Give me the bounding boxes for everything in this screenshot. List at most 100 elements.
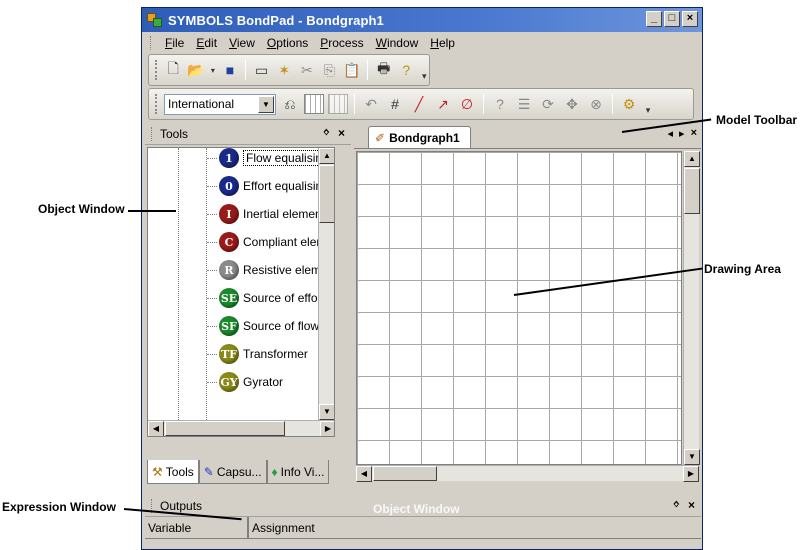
align-icon[interactable]: ☰ [514, 94, 534, 114]
object-tree: 1 Flow equalising ju 0 Effort equalising ju… [147, 147, 335, 437]
canvas-horizontal-scrollbar[interactable]: ◀ ▶ [356, 465, 699, 482]
paste-icon[interactable]: 📋 [343, 60, 362, 80]
maximize-button[interactable]: □ [664, 11, 680, 27]
scroll-up-icon[interactable]: ▲ [319, 148, 334, 164]
chevron-down-icon[interactable]: ▼ [258, 95, 274, 113]
menu-help[interactable]: Help [424, 36, 461, 50]
info-pin-icon: ♦ [271, 464, 278, 479]
scroll-left-icon[interactable]: ◀ [148, 421, 164, 436]
canvas-hscroll-thumb[interactable] [373, 466, 437, 481]
tab-tools[interactable]: ⚒ Tools [147, 460, 199, 484]
tab-info-view[interactable]: ♦ Info Vi... [266, 460, 330, 484]
tree-item[interactable]: GY Gyrator [207, 370, 283, 394]
close-button[interactable]: × [682, 11, 698, 27]
disabled-icon[interactable]: ⊗ [586, 94, 606, 114]
tree-item-label: Source of flow [243, 319, 320, 333]
standard-combo[interactable]: International ▼ [164, 93, 276, 115]
tree-item-label: Transformer [243, 347, 308, 361]
column-variable[interactable]: Variable [145, 517, 249, 538]
cut-icon[interactable]: ✂ [298, 60, 317, 80]
move-icon[interactable]: ✥ [562, 94, 582, 114]
tab-capsules[interactable]: ✎ Capsu... [198, 460, 267, 484]
callout-drawing-area: Drawing Area [704, 262, 781, 276]
close-document-icon[interactable]: × [691, 127, 697, 140]
outputs-columns: Variable Assignment [145, 517, 701, 539]
menu-edit[interactable]: Edit [190, 36, 223, 50]
tree-item[interactable]: C Compliant element [207, 230, 334, 254]
outputs-pin-icon[interactable]: ᛜ [673, 498, 680, 512]
model-toolbar-options-icon[interactable]: ▾ [643, 92, 653, 116]
canvas-scroll-left-icon[interactable]: ◀ [356, 466, 372, 482]
toolbar-grip[interactable] [155, 60, 158, 80]
title-bar[interactable]: SYMBOLS BondPad - Bondgraph1 _ □ × [142, 8, 702, 32]
print-icon[interactable]: 🖶 [374, 60, 393, 80]
previous-document-icon[interactable]: ◂ [668, 127, 674, 140]
canvas-scroll-thumb[interactable] [684, 168, 700, 214]
element-badge-icon: 0 [219, 176, 239, 196]
element-badge-icon: GY [219, 372, 239, 392]
next-document-icon[interactable]: ▸ [679, 127, 685, 140]
canvas-scroll-up-icon[interactable]: ▲ [684, 151, 700, 167]
outputs-pane-title: Outputs [160, 498, 203, 513]
canvas-vertical-scrollbar[interactable]: ▲ ▼ [683, 151, 700, 465]
copy-icon[interactable]: ⎘ [320, 60, 339, 80]
canvas-scroll-right-icon[interactable]: ▶ [683, 466, 699, 482]
drawing-canvas[interactable] [356, 151, 682, 465]
tree-item[interactable]: 0 Effort equalising ju [207, 174, 334, 198]
causal-stroke-icon[interactable]: ∅ [457, 94, 477, 114]
new-file-icon[interactable]: 🗋 [164, 60, 183, 80]
query-icon[interactable]: ? [490, 94, 510, 114]
standard-toolbar: 🗋 📂 ▾ ■ ▭ ✶ ✂ ⎘ 📋 🖶 ? ▾ [148, 54, 430, 86]
document-icon: ✐ [375, 130, 386, 145]
save-icon[interactable]: ■ [221, 60, 240, 80]
scroll-thumb[interactable] [319, 165, 334, 223]
tree-horizontal-scrollbar[interactable]: ◀ ▶ [148, 420, 334, 436]
column-assignment[interactable]: Assignment [249, 517, 315, 538]
half-arrow-bond-icon[interactable]: ↗ [433, 94, 453, 114]
grid-on-icon[interactable] [304, 94, 324, 114]
model-toolbar-grip[interactable] [155, 94, 158, 114]
hash-icon[interactable]: # [385, 94, 405, 114]
tree-item[interactable]: R Resistive element [207, 258, 334, 282]
close-icon[interactable]: × [338, 126, 345, 140]
window-controls: _ □ × [646, 11, 698, 27]
help-icon[interactable]: ? [397, 60, 416, 80]
pin-icon[interactable]: ᛜ [323, 126, 330, 140]
element-badge-icon: 1 [219, 148, 239, 168]
magic-wand-icon[interactable]: ✶ [275, 60, 294, 80]
tree-item[interactable]: SE Source of effort [207, 286, 325, 310]
bond-icon[interactable]: ╱ [409, 94, 429, 114]
tab-tools-label: Tools [165, 464, 194, 479]
tree-item[interactable]: 1 Flow equalising ju [207, 148, 334, 170]
tools-pane-title: Tools [160, 126, 189, 141]
scroll-down-icon[interactable]: ▼ [319, 404, 334, 420]
toolbar-options-icon[interactable]: ▾ [420, 58, 429, 82]
tree-item[interactable]: TF Transformer [207, 342, 308, 366]
grid-fine-icon[interactable] [328, 94, 348, 114]
menu-options[interactable]: Options [261, 36, 314, 50]
menu-file[interactable]: File [159, 36, 190, 50]
rotate-icon[interactable]: ⟳ [538, 94, 558, 114]
tab-capsules-label: Capsu... [216, 464, 262, 479]
element-badge-icon: C [219, 232, 239, 252]
tree-item[interactable]: SF Source of flow [207, 314, 319, 338]
canvas-scroll-down-icon[interactable]: ▼ [684, 449, 700, 465]
undo-icon[interactable]: ↶ [361, 94, 381, 114]
scroll-right-icon[interactable]: ▶ [320, 421, 334, 436]
simulate-icon[interactable]: ⚙ [619, 94, 639, 114]
callout-expression-window: Expression Window [2, 500, 116, 514]
menu-window[interactable]: Window [370, 36, 425, 50]
menu-view[interactable]: View [223, 36, 261, 50]
open-folder-icon[interactable]: 📂 [187, 60, 206, 80]
connect-icon[interactable]: ⎌ [280, 94, 300, 114]
menu-process[interactable]: Process [314, 36, 369, 50]
minimize-button[interactable]: _ [646, 11, 662, 27]
callout-line-object-window [128, 210, 176, 212]
hscroll-thumb[interactable] [165, 421, 285, 436]
tree-vertical-scrollbar[interactable]: ▲ ▼ [318, 148, 334, 420]
outputs-close-icon[interactable]: × [688, 498, 695, 512]
tree-item[interactable]: I Inertial element [207, 202, 325, 226]
tab-bondgraph1[interactable]: ✐ Bondgraph1 [368, 126, 471, 148]
dropdown-arrow-icon[interactable]: ▾ [209, 60, 216, 80]
select-frame-icon[interactable]: ▭ [252, 60, 271, 80]
